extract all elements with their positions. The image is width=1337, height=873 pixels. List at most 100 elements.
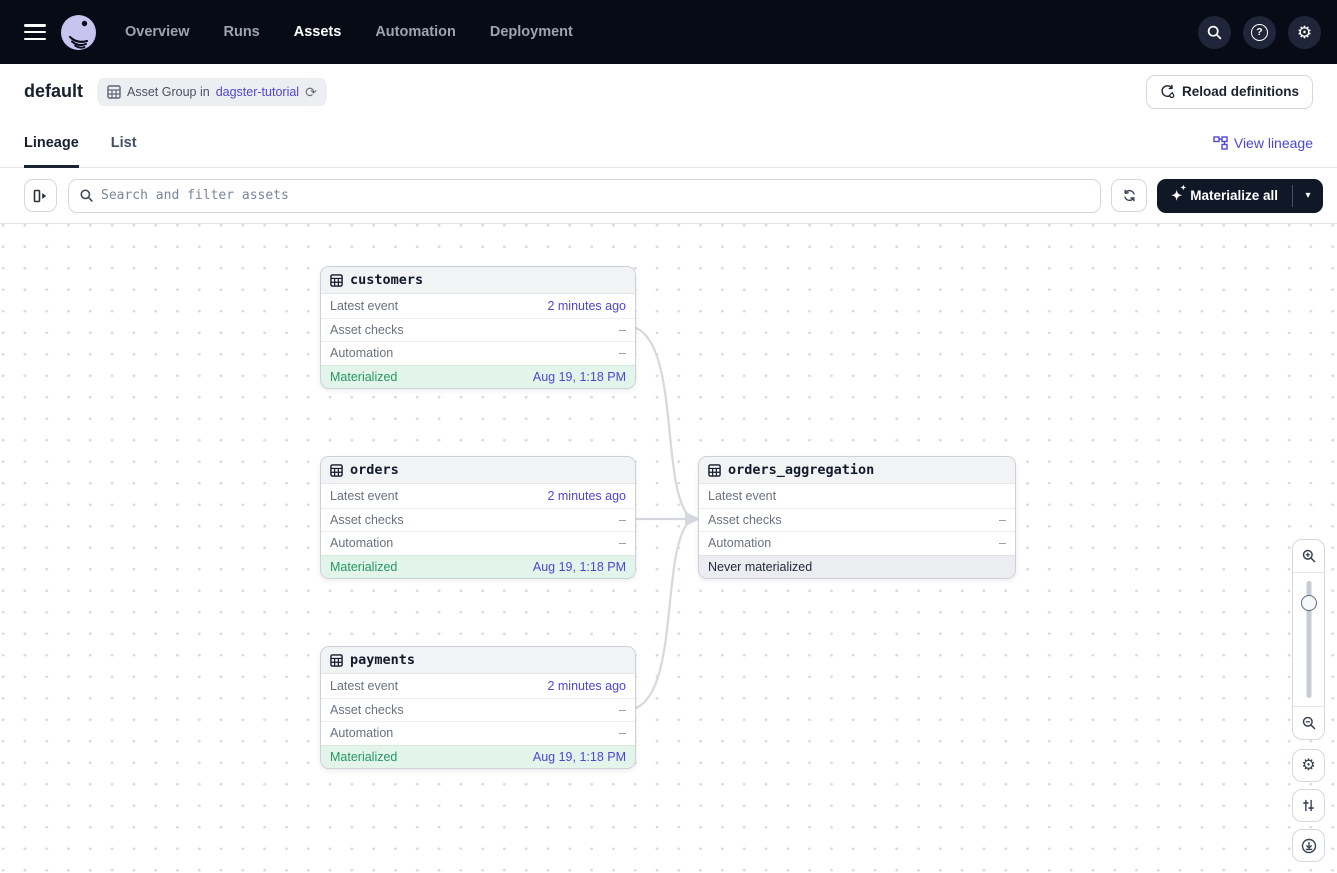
asset-node-orders-aggregation[interactable]: orders_aggregation Latest event Asset ch… <box>698 456 1016 579</box>
row-label: Latest event <box>708 489 776 503</box>
asset-node-header: orders <box>321 457 635 484</box>
row-label: Latest event <box>330 679 398 693</box>
gear-icon: ⚙ <box>1301 758 1315 774</box>
zoom-in-icon <box>1301 548 1317 564</box>
row-label: Asset checks <box>330 513 404 527</box>
latest-event-row: Latest event 2 minutes ago <box>321 674 635 698</box>
sliders-icon <box>1301 798 1316 813</box>
automation-row: Automation – <box>699 531 1015 555</box>
graph-filters-button[interactable] <box>1292 789 1325 822</box>
asset-node-header: customers <box>321 267 635 294</box>
asset-node-customers[interactable]: customers Latest event 2 minutes ago Ass… <box>320 266 636 389</box>
edge-customers-to-aggregation <box>636 328 687 514</box>
reload-icon <box>1160 84 1175 99</box>
latest-event-row: Latest event 2 minutes ago <box>321 294 635 318</box>
row-label: Asset checks <box>330 703 404 717</box>
search-button[interactable] <box>1198 16 1231 49</box>
status-row: Materialized Aug 19, 1:18 PM <box>321 365 635 389</box>
materialize-all-split-button: ✦✦ Materialize all ▾ <box>1157 179 1323 213</box>
graph-settings-button[interactable]: ⚙ <box>1292 749 1325 782</box>
row-value: – <box>619 323 626 337</box>
asset-node-header: payments <box>321 647 635 674</box>
view-lineage-link[interactable]: View lineage <box>1213 135 1313 151</box>
status-row: Materialized Aug 19, 1:18 PM <box>321 745 635 769</box>
nav-item-runs[interactable]: Runs <box>224 24 260 40</box>
asset-name: customers <box>350 272 423 288</box>
materialization-timestamp-link[interactable]: Aug 19, 1:18 PM <box>533 370 626 384</box>
row-value: – <box>619 703 626 717</box>
search-input[interactable] <box>101 188 1090 203</box>
latest-event-link[interactable]: 2 minutes ago <box>547 679 626 693</box>
row-label: Automation <box>330 536 393 550</box>
search-icon <box>79 188 94 203</box>
row-label: Latest event <box>330 299 398 313</box>
asset-name: orders_aggregation <box>728 462 874 478</box>
asset-node-payments[interactable]: payments Latest event 2 minutes ago Asse… <box>320 646 636 769</box>
row-label: Latest event <box>330 489 398 503</box>
lineage-edges <box>0 224 1337 873</box>
page-title: default <box>24 81 83 102</box>
tab-lineage[interactable]: Lineage <box>24 119 79 168</box>
asset-node-orders[interactable]: orders Latest event 2 minutes ago Asset … <box>320 456 636 579</box>
top-nav: Overview Runs Assets Automation Deployme… <box>0 0 1337 64</box>
latest-event-row: Latest event 2 minutes ago <box>321 484 635 508</box>
materialization-timestamp-link[interactable]: Aug 19, 1:18 PM <box>533 560 626 574</box>
latest-event-link[interactable]: 2 minutes ago <box>547 489 626 503</box>
refresh-button[interactable] <box>1111 179 1147 212</box>
materialization-timestamp-link[interactable]: Aug 19, 1:18 PM <box>533 750 626 764</box>
asset-checks-row: Asset checks – <box>699 508 1015 532</box>
status-row: Never materialized <box>699 555 1015 579</box>
zoom-slider <box>1293 573 1324 706</box>
row-value: – <box>619 536 626 550</box>
asset-search-box <box>68 179 1101 213</box>
status-row: Materialized Aug 19, 1:18 PM <box>321 555 635 579</box>
row-label: Asset checks <box>330 323 404 337</box>
automation-row: Automation – <box>321 531 635 555</box>
table-icon <box>330 654 343 667</box>
help-icon: ? <box>1251 24 1268 41</box>
download-view-button[interactable] <box>1292 829 1325 862</box>
row-value: – <box>619 346 626 360</box>
lineage-graph-canvas[interactable]: customers Latest event 2 minutes ago Ass… <box>0 224 1337 873</box>
zoom-slider-knob[interactable] <box>1301 595 1317 611</box>
nav-item-deployment[interactable]: Deployment <box>490 24 573 40</box>
row-label: Automation <box>330 346 393 360</box>
row-label: Automation <box>330 726 393 740</box>
table-icon <box>708 464 721 477</box>
reload-definitions-button[interactable]: Reload definitions <box>1146 75 1313 109</box>
asset-group-badge: Asset Group in dagster-tutorial ⟳ <box>97 78 327 106</box>
sync-icon[interactable]: ⟳ <box>305 85 317 99</box>
nav-right-actions: ? ⚙ <box>1198 16 1321 49</box>
menu-icon[interactable] <box>24 24 46 40</box>
open-sidebar-button[interactable] <box>24 179 57 212</box>
materialize-dropdown-button[interactable]: ▾ <box>1293 179 1323 213</box>
nav-item-automation[interactable]: Automation <box>375 24 456 40</box>
automation-row: Automation – <box>321 341 635 365</box>
zoom-in-button[interactable] <box>1293 540 1324 573</box>
asset-group-icon <box>107 85 121 99</box>
status-badge: Materialized <box>330 750 397 764</box>
lineage-toolbar: ✦✦ Materialize all ▾ <box>0 168 1337 224</box>
nav-item-assets[interactable]: Assets <box>294 24 342 40</box>
asset-name: orders <box>350 462 399 478</box>
code-location-link[interactable]: dagster-tutorial <box>216 85 299 99</box>
materialize-all-button[interactable]: ✦✦ Materialize all <box>1157 179 1292 213</box>
sparkle-icon: ✦✦ <box>1171 189 1182 202</box>
chevron-down-icon: ▾ <box>1305 190 1310 201</box>
status-badge: Never materialized <box>708 560 812 574</box>
asset-name: payments <box>350 652 415 668</box>
status-badge: Materialized <box>330 560 397 574</box>
zoom-out-button[interactable] <box>1293 706 1324 739</box>
reload-definitions-label: Reload definitions <box>1182 84 1299 99</box>
dagster-logo-icon[interactable] <box>60 14 97 51</box>
asset-group-label: Asset Group in <box>127 85 210 99</box>
help-button[interactable]: ? <box>1243 16 1276 49</box>
row-value: – <box>619 513 626 527</box>
gear-icon: ⚙ <box>1297 24 1312 41</box>
nav-item-overview[interactable]: Overview <box>125 24 190 40</box>
nav-links: Overview Runs Assets Automation Deployme… <box>125 24 573 40</box>
settings-button[interactable]: ⚙ <box>1288 16 1321 49</box>
tab-list[interactable]: List <box>111 119 137 168</box>
latest-event-link[interactable]: 2 minutes ago <box>547 299 626 313</box>
asset-checks-row: Asset checks – <box>321 318 635 342</box>
